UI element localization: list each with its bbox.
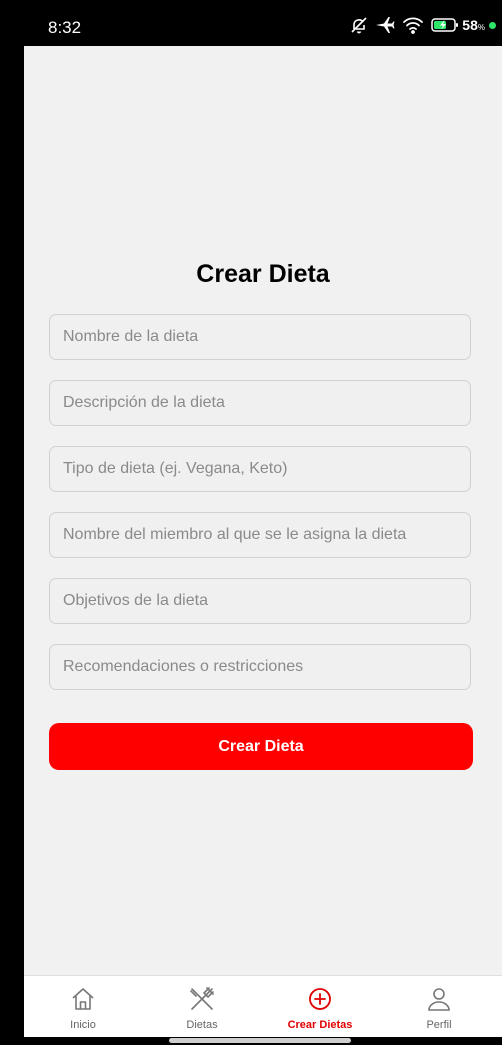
utensils-icon [188,985,216,1013]
recommendations-input[interactable] [49,644,471,690]
nav-item-dietas[interactable]: Dietas [147,976,257,1038]
create-diet-form: Crear Dieta Crear Dieta [24,46,502,975]
create-diet-button[interactable]: Crear Dieta [49,723,473,770]
diet-type-input[interactable] [49,446,471,492]
airplane-icon [375,16,395,34]
nav-label-dietas: Dietas [186,1019,218,1031]
nav-label-perfil: Perfil [426,1019,452,1031]
nav-label-inicio: Inicio [70,1019,96,1031]
wifi-icon [402,16,424,34]
user-icon [425,985,453,1013]
bottom-nav: Inicio Dietas Crear Dietas Perfil [24,975,502,1037]
plus-circle-icon [306,985,334,1013]
phone-screen: 8:32 58% Crear Dieta Nombre de la dieta … [24,0,502,1045]
battery-icon [431,17,459,33]
battery-percent: 58% [462,17,485,33]
status-icons: 58% [350,14,496,36]
page-title: Crear Dieta [196,260,330,288]
nav-item-inicio[interactable]: Inicio [28,976,138,1038]
home-indicator [169,1038,351,1043]
diet-description-input[interactable] [49,380,471,426]
battery-indicator: 58% [431,17,496,33]
diet-name-input[interactable] [49,314,471,360]
mute-icon [350,16,368,34]
diet-goals-input[interactable] [49,578,471,624]
privacy-dot [489,21,496,29]
nav-item-crear-dietas[interactable]: Crear Dietas [265,976,375,1038]
status-bar: 8:32 58% [24,0,502,46]
nav-label-crear-dietas: Crear Dietas [287,1019,353,1031]
home-icon [69,985,97,1013]
member-name-input[interactable] [49,512,471,558]
nav-item-perfil[interactable]: Perfil [384,976,494,1038]
status-time: 8:32 [48,18,82,37]
